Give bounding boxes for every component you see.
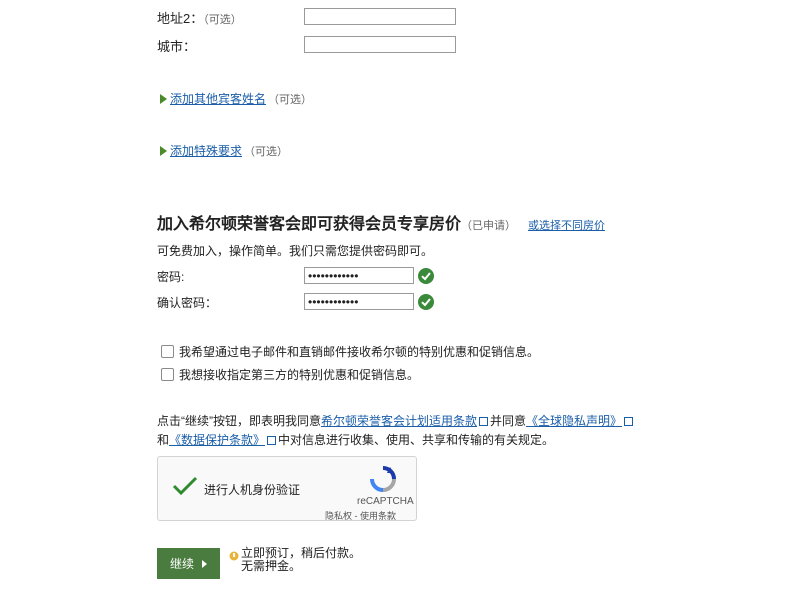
membership-description: 可免费加入，操作简单。我们只需您提供密码即可。 — [157, 244, 434, 258]
recaptcha-label: 进行人机身份验证 — [204, 483, 301, 497]
city-label: 城市： — [157, 39, 197, 54]
third-party-offers-checkbox[interactable] — [161, 368, 174, 381]
external-link-icon — [624, 417, 634, 426]
address2-input[interactable] — [304, 8, 456, 25]
address2-label: 地址2：（可选） — [157, 11, 242, 26]
recaptcha-checkmark-icon[interactable] — [172, 475, 198, 502]
email-offers-label: 我希望通过电子邮件和直销邮件接收希尔顿的特别优惠和促销信息。 — [179, 345, 540, 359]
book-note: 立即预订，稍后付款。 无需押金。 — [241, 547, 361, 573]
data-protection-link[interactable]: 《数据保护条款》 — [169, 433, 265, 447]
third-party-offers-label: 我想接收指定第三方的特别优惠和促销信息。 — [179, 368, 420, 382]
membership-status: （已申请） — [461, 220, 517, 232]
piggy-bank-icon — [229, 548, 239, 566]
confirm-password-label: 确认密码： — [157, 296, 218, 310]
password-input[interactable] — [304, 267, 414, 284]
membership-header: 加入希尔顿荣誉客会即可获得会员专享房价 （已申请） 或选择不同房价 — [157, 210, 605, 234]
optional-text: （可选） — [244, 145, 289, 158]
privacy-statement-link[interactable]: 《全球隐私声明》 — [526, 414, 622, 428]
add-guest-expander[interactable]: 添加其他宾客姓名 （可选） — [160, 90, 312, 107]
password-label: 密码: — [157, 270, 185, 284]
password-valid-icon — [418, 268, 434, 284]
arrow-right-icon — [202, 559, 207, 568]
external-link-icon — [267, 436, 277, 445]
city-input[interactable] — [304, 36, 456, 53]
terms-line-2: 和《数据保护条款》 中对信息进行收集、使用、共享和传输的有关规定。 — [157, 433, 555, 447]
recaptcha-widget: 进行人机身份验证 reCAPTCHA 隐私权 - 使用条款 — [157, 456, 417, 521]
recaptcha-brand: reCAPTCHA — [357, 496, 414, 507]
expand-arrow-icon — [160, 145, 167, 156]
terms-line-1: 点击“继续”按钮，即表明我同意希尔顿荣誉客会计划适用条款 并同意《全球隐私声明》 — [157, 412, 635, 429]
external-link-icon — [479, 417, 489, 426]
add-guest-link[interactable]: 添加其他宾客姓名 — [170, 90, 266, 107]
confirm-password-input[interactable] — [304, 293, 414, 310]
book-note-line2: 无需押金。 — [241, 559, 302, 573]
continue-button[interactable]: 继续 — [157, 548, 220, 579]
program-terms-link[interactable]: 希尔顿荣誉客会计划适用条款 — [321, 414, 477, 428]
optional-text: （可选） — [203, 14, 242, 26]
add-request-expander[interactable]: 添加特殊要求 （可选） — [160, 142, 288, 159]
recaptcha-logo-icon — [368, 465, 398, 498]
membership-heading: 加入希尔顿荣誉客会即可获得会员专享房价 — [157, 216, 462, 233]
confirm-password-valid-icon — [418, 294, 434, 310]
recaptcha-footer[interactable]: 隐私权 - 使用条款 — [325, 509, 396, 522]
add-request-link[interactable]: 添加特殊要求 — [170, 142, 242, 159]
expand-arrow-icon — [160, 93, 167, 104]
choose-different-rate-link[interactable]: 或选择不同房价 — [528, 217, 605, 233]
email-offers-checkbox[interactable] — [161, 345, 174, 358]
optional-text: （可选） — [268, 93, 313, 106]
continue-button-label: 继续 — [169, 557, 194, 571]
